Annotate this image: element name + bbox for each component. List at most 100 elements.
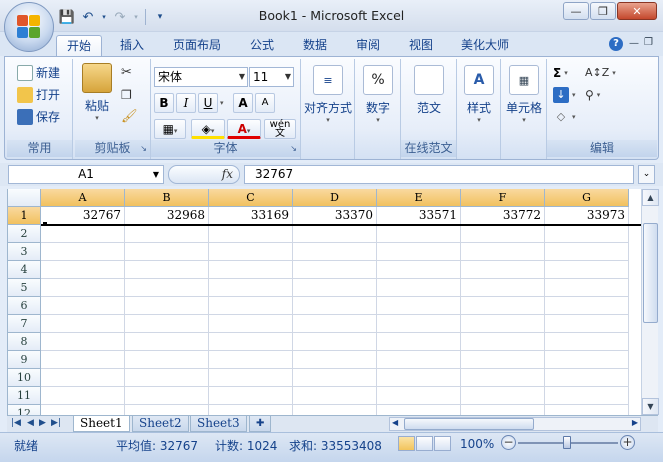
cell[interactable] — [377, 351, 461, 369]
cells-button[interactable]: ▦ 单元格 ▾ — [503, 65, 545, 124]
cell[interactable] — [41, 225, 125, 243]
font-color-button[interactable]: A▾ — [227, 119, 261, 139]
italic-button[interactable]: I — [176, 93, 196, 113]
cell[interactable] — [377, 387, 461, 405]
cell[interactable] — [461, 279, 545, 297]
font-name-dropdown-icon[interactable]: ▼ — [239, 68, 245, 86]
zoom-level[interactable]: 100% — [460, 437, 494, 451]
underline-button[interactable]: U — [198, 93, 218, 113]
row-header-9[interactable]: 9 — [8, 351, 41, 369]
cell-g1[interactable]: 33973 — [545, 207, 629, 225]
sort-filter-button[interactable]: A↕Z ▾ — [585, 63, 616, 83]
last-sheet-icon[interactable]: ▶| — [51, 418, 61, 428]
open-button[interactable]: 打开 — [17, 85, 60, 105]
row-header-4[interactable]: 4 — [8, 261, 41, 279]
cell[interactable] — [125, 297, 209, 315]
cell[interactable] — [545, 225, 629, 243]
cell[interactable] — [125, 387, 209, 405]
tab-review[interactable]: 审阅 — [346, 35, 390, 56]
underline-dropdown-icon[interactable]: ▾ — [220, 99, 224, 107]
prev-sheet-icon[interactable]: ◀ — [27, 418, 34, 428]
row-header-10[interactable]: 10 — [8, 369, 41, 387]
insert-sheet-icon[interactable]: ✚ — [249, 416, 272, 432]
worksheet-grid[interactable]: A B C D E F G 1 32767 32968 33169 33370 … — [7, 189, 641, 415]
cell[interactable] — [41, 369, 125, 387]
cell[interactable] — [545, 279, 629, 297]
insert-function-button[interactable]: fx — [222, 167, 233, 181]
cell[interactable] — [125, 225, 209, 243]
cell[interactable] — [209, 351, 293, 369]
font-size-dropdown-icon[interactable]: ▼ — [285, 68, 291, 86]
cell[interactable] — [461, 333, 545, 351]
cell[interactable] — [377, 243, 461, 261]
cell[interactable] — [293, 279, 377, 297]
cell[interactable] — [461, 369, 545, 387]
tab-data[interactable]: 数据 — [293, 35, 337, 56]
clear-button[interactable]: ◇ ▾ — [553, 107, 576, 127]
cell[interactable] — [377, 297, 461, 315]
cell[interactable] — [209, 333, 293, 351]
ribbon-restore-icon[interactable]: ❐ — [644, 37, 653, 48]
styles-button[interactable]: A 样式 ▾ — [459, 65, 499, 124]
zoom-out-icon[interactable]: − — [501, 435, 516, 450]
cell[interactable] — [461, 297, 545, 315]
cell[interactable] — [545, 369, 629, 387]
cell[interactable] — [125, 243, 209, 261]
cell[interactable] — [545, 315, 629, 333]
row-header-11[interactable]: 11 — [8, 387, 41, 405]
cell-e1[interactable]: 33571 — [377, 207, 461, 225]
cell[interactable] — [377, 333, 461, 351]
cell[interactable] — [125, 261, 209, 279]
row-header-5[interactable]: 5 — [8, 279, 41, 297]
cell[interactable] — [293, 315, 377, 333]
format-painter-icon[interactable]: 🖌 — [121, 107, 138, 127]
cell-a1[interactable]: 32767 — [41, 207, 125, 225]
expand-formula-bar-icon[interactable]: ⌄ — [638, 165, 655, 184]
minimize-button[interactable]: — — [563, 2, 589, 20]
tab-view[interactable]: 视图 — [399, 35, 443, 56]
cell[interactable] — [209, 315, 293, 333]
cell[interactable] — [293, 261, 377, 279]
scroll-left-icon[interactable]: ◀ — [392, 418, 398, 427]
cell[interactable] — [41, 261, 125, 279]
cell[interactable] — [293, 405, 377, 415]
scroll-down-icon[interactable]: ▼ — [642, 398, 659, 415]
tab-page-layout[interactable]: 页面布局 — [164, 35, 230, 56]
cell-d1[interactable]: 33370 — [293, 207, 377, 225]
alignment-button[interactable]: ≡ 对齐方式 ▾ — [303, 65, 353, 124]
cell[interactable] — [461, 225, 545, 243]
cell-b1[interactable]: 32968 — [125, 207, 209, 225]
restore-button[interactable]: ❐ — [590, 2, 616, 20]
row-header-2[interactable]: 2 — [8, 225, 41, 243]
fill-button[interactable]: ↓ ▾ — [553, 85, 576, 105]
normal-view-icon[interactable] — [398, 436, 415, 451]
horizontal-scroll-thumb[interactable] — [404, 418, 534, 430]
sheet-tab-sheet1[interactable]: Sheet1 — [73, 416, 130, 432]
cell[interactable] — [293, 351, 377, 369]
cell[interactable] — [461, 315, 545, 333]
column-header-b[interactable]: B — [125, 189, 209, 207]
cell[interactable] — [293, 297, 377, 315]
font-name-combo[interactable]: 宋体 ▼ — [154, 67, 248, 87]
row-header-12[interactable]: 12 — [8, 405, 41, 415]
cell[interactable] — [209, 369, 293, 387]
tab-home[interactable]: 开始 — [56, 35, 102, 56]
select-all-corner[interactable] — [8, 189, 41, 207]
cell[interactable] — [41, 333, 125, 351]
cell[interactable] — [377, 369, 461, 387]
cell[interactable] — [209, 243, 293, 261]
cell[interactable] — [461, 243, 545, 261]
horizontal-scrollbar[interactable]: ◀ ▶ — [389, 417, 641, 431]
new-button[interactable]: 新建 — [17, 63, 60, 83]
fill-handle[interactable] — [43, 222, 47, 226]
save-ribbon-button[interactable]: 保存 — [17, 107, 60, 127]
cell-c1[interactable]: 33169 — [209, 207, 293, 225]
cell[interactable] — [461, 405, 545, 415]
cell[interactable] — [293, 333, 377, 351]
cell[interactable] — [293, 225, 377, 243]
cell[interactable] — [293, 243, 377, 261]
cell[interactable] — [377, 225, 461, 243]
cut-icon[interactable]: ✂ — [121, 63, 132, 83]
office-button[interactable] — [4, 2, 54, 52]
next-sheet-icon[interactable]: ▶ — [39, 418, 46, 428]
